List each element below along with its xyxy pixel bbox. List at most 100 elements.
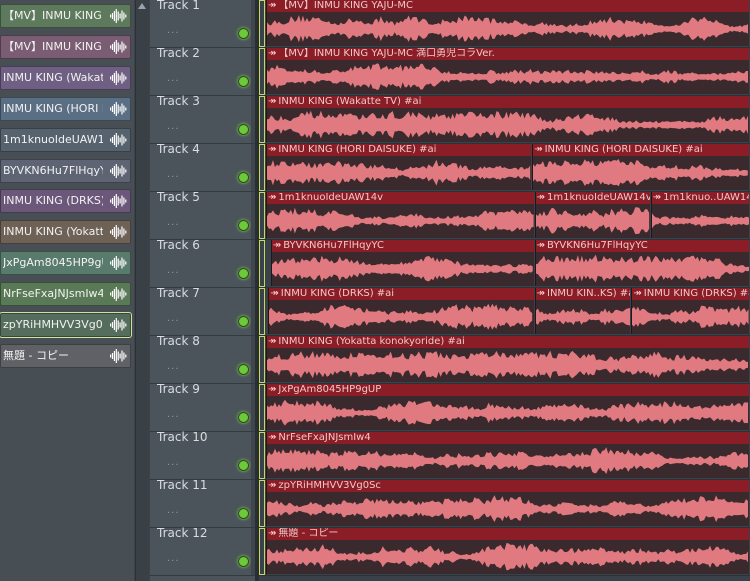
track-options-dots-icon[interactable]: ··· [167,124,180,135]
browser-scrollbar[interactable] [135,0,149,581]
audio-clip[interactable]: ↠1m1knuo..UAW14v [650,192,749,238]
track-options-dots-icon[interactable]: ··· [167,172,180,183]
track-name[interactable]: Track 10 [157,430,207,444]
audio-clip[interactable]: ↠ INMU KING (Wakatte TV) #ai [266,96,749,142]
audio-clip-title-bar[interactable]: ↠ INMU KING (Wakatte TV) #ai [267,96,749,108]
track-header[interactable]: Track 4 ··· [150,142,255,192]
track-header[interactable]: Track 5 ··· [150,190,255,240]
browser-clip[interactable]: 1m1knuoIdeUAW14v [0,127,131,152]
clip-menu-arrow-icon[interactable]: ↠ [273,240,281,251]
track-options-dots-icon[interactable]: ··· [167,268,180,279]
audio-clip[interactable]: ↠ 【MV】INMU KING YAJU-MC [266,0,749,46]
lane-select-gutter[interactable] [259,144,265,191]
browser-clip[interactable]: INMU KING (DRKS) #ai [0,189,131,214]
audio-clip[interactable]: ↠ zpYRiHMHVV3Vg0Sc [266,480,749,526]
clip-menu-arrow-icon[interactable]: ↠ [653,192,661,203]
playlist-lane[interactable]: ↠ 【MV】INMU KING YAJU-MC 満口勇児コラVer. [259,48,750,96]
playlist-lane[interactable]: ↠ INMU KING (HORI DAISUKE) #ai ↠ INMU KING … [259,144,750,192]
playlist-lane[interactable]: ↠ 【MV】INMU KING YAJU-MC [259,0,750,48]
track-mute-led-icon[interactable] [238,508,249,519]
audio-clip[interactable]: ↠ INMU KING (HORI DAISUKE) #ai [266,144,532,190]
browser-clip[interactable]: BYVKN6Hu7FlHqyYC [0,158,131,183]
scroll-up-arrow-icon[interactable] [138,2,146,10]
playlist-lane[interactable]: ↠ JxPgAm8045HP9gUP [259,384,750,432]
clip-menu-arrow-icon[interactable]: ↠ [268,336,276,347]
track-mute-led-icon[interactable] [238,124,249,135]
clip-menu-arrow-icon[interactable]: ↠ [633,288,641,299]
track-mute-led-icon[interactable] [238,28,249,39]
track-header[interactable]: Track 10 ··· [150,430,255,480]
clip-menu-arrow-icon[interactable]: ↠ [537,192,545,203]
audio-clip[interactable]: ↠ INMU KIN..KS) #ai [534,288,631,334]
clip-menu-arrow-icon[interactable]: ↠ [268,96,276,107]
track-header[interactable]: Track 9 ··· [150,382,255,432]
browser-clip[interactable]: INMU KING (Wakatte.. [0,65,131,90]
track-mute-led-icon[interactable] [238,172,249,183]
track-name[interactable]: Track 4 [157,142,200,156]
lane-select-gutter[interactable] [259,48,265,95]
clip-menu-arrow-icon[interactable]: ↠ [268,48,276,59]
playlist-lane[interactable]: ↠ INMU KING (DRKS) #ai ↠ INMU KIN..KS) #ai ↠… [259,288,750,336]
track-mute-led-icon[interactable] [238,316,249,327]
track-name[interactable]: Track 5 [157,190,200,204]
track-name[interactable]: Track 2 [157,46,200,60]
audio-clip-title-bar[interactable]: ↠ INMU KING (HORI DAISUKE) #ai [533,144,749,156]
clip-browser[interactable]: 【MV】INMU KING Y.. 【MV】INMU KING Y.. INMU K… [0,0,134,581]
track-options-dots-icon[interactable]: ··· [167,364,180,375]
lane-select-gutter[interactable] [259,480,265,527]
audio-clip[interactable]: ↠ 1m1knuoIdeUAW14v [266,192,534,238]
audio-clip-title-bar[interactable]: ↠ 1m1knuoIdeUAW14v [535,192,650,204]
audio-clip-title-bar[interactable]: ↠ JxPgAm8045HP9gUP [267,384,749,396]
browser-clip[interactable]: NrFseFxaJNJsmIw4 [0,282,131,307]
audio-clip-title-bar[interactable]: ↠ INMU KING (DRKS) #ai [269,288,534,300]
audio-clip[interactable]: ↠ 【MV】INMU KING YAJU-MC 満口勇児コラVer. [266,48,749,94]
track-header[interactable]: Track 3 ··· [150,94,255,144]
audio-clip-title-bar[interactable]: ↠ 【MV】INMU KING YAJU-MC [267,0,749,12]
audio-clip-title-bar[interactable]: ↠ 無題 - コピー [267,528,749,540]
audio-clip-title-bar[interactable]: ↠ INMU KIN..KS) #ai [535,288,631,300]
audio-clip-title-bar[interactable]: ↠ INMU KING (HORI DAISUKE) #ai [267,144,532,156]
browser-clip[interactable]: INMU KING (HORI DAI.. [0,96,131,121]
lane-select-gutter[interactable] [259,384,265,431]
browser-clip[interactable]: 【MV】INMU KING Y.. [0,4,131,28]
track-mute-led-icon[interactable] [238,268,249,279]
clip-menu-arrow-icon[interactable]: ↠ [268,144,276,155]
audio-clip[interactable]: ↠ 無題 - コピー [266,528,749,574]
lane-select-gutter[interactable] [259,528,265,575]
clip-menu-arrow-icon[interactable]: ↠ [268,0,276,11]
audio-clip[interactable]: ↠ 1m1knuoIdeUAW14v [534,192,650,238]
playlist-lane[interactable]: ↠ 無題 - コピー [259,528,750,576]
audio-clip[interactable]: ↠ INMU KING (DRKS) #ai [268,288,534,334]
playlist-area[interactable]: ↠ 【MV】INMU KING YAJU-MC ↠ 【MV】INMU KING YAJ… [259,0,750,581]
browser-clip[interactable]: 【MV】INMU KING Y.. [0,34,131,59]
audio-clip[interactable]: ↠ JxPgAm8045HP9gUP [266,384,749,430]
playlist-lane[interactable]: ↠ BYVKN6Hu7FlHqyYC ↠ BYVKN6Hu7FlHqyYC [259,240,750,288]
track-options-dots-icon[interactable]: ··· [167,412,180,423]
browser-clip[interactable]: JxPgAm8045HP9gUP [0,251,131,276]
track-header[interactable]: Track 1 ··· [150,0,255,48]
audio-clip-title-bar[interactable]: ↠ BYVKN6Hu7FlHqyYC [271,240,534,252]
audio-clip-title-bar[interactable]: ↠ INMU KING (DRKS) #ai [632,288,749,300]
lane-select-gutter[interactable] [259,0,265,47]
browser-clip[interactable]: 無題 - コピー [0,343,131,368]
audio-clip[interactable]: ↠ BYVKN6Hu7FlHqyYC [270,240,534,286]
track-mute-led-icon[interactable] [238,76,249,87]
track-name[interactable]: Track 9 [157,382,200,396]
audio-clip-title-bar[interactable]: ↠ NrFseFxaJNJsmIw4 [267,432,749,444]
lane-select-gutter[interactable] [259,336,265,383]
playlist-lane[interactable]: ↠ 1m1knuoIdeUAW14v ↠ 1m1knuoIdeUAW14v ↠ 1m1kn… [259,192,750,240]
track-name[interactable]: Track 11 [157,478,207,492]
track-name[interactable]: Track 8 [157,334,200,348]
lane-select-gutter[interactable] [259,96,265,143]
audio-clip[interactable]: ↠ INMU KING (Yokatta konokyoride) #ai [266,336,749,382]
audio-clip[interactable]: ↠ NrFseFxaJNJsmIw4 [266,432,749,478]
audio-clip-title-bar[interactable]: ↠ 【MV】INMU KING YAJU-MC 満口勇児コラVer. [267,48,749,60]
audio-clip[interactable]: ↠ BYVKN6Hu7FlHqyYC [534,240,749,286]
audio-clip-title-bar[interactable]: ↠ 1m1knuoIdeUAW14v [267,192,534,204]
track-header[interactable]: Track 8 ··· [150,334,255,384]
clip-menu-arrow-icon[interactable]: ↠ [268,432,276,443]
clip-menu-arrow-icon[interactable]: ↠ [268,480,276,491]
browser-clip[interactable]: zpYRiHMHVV3Vg0Sc [0,312,132,338]
track-mute-led-icon[interactable] [238,412,249,423]
audio-clip-title-bar[interactable]: ↠ INMU KING (Yokatta konokyoride) #ai [267,336,749,348]
